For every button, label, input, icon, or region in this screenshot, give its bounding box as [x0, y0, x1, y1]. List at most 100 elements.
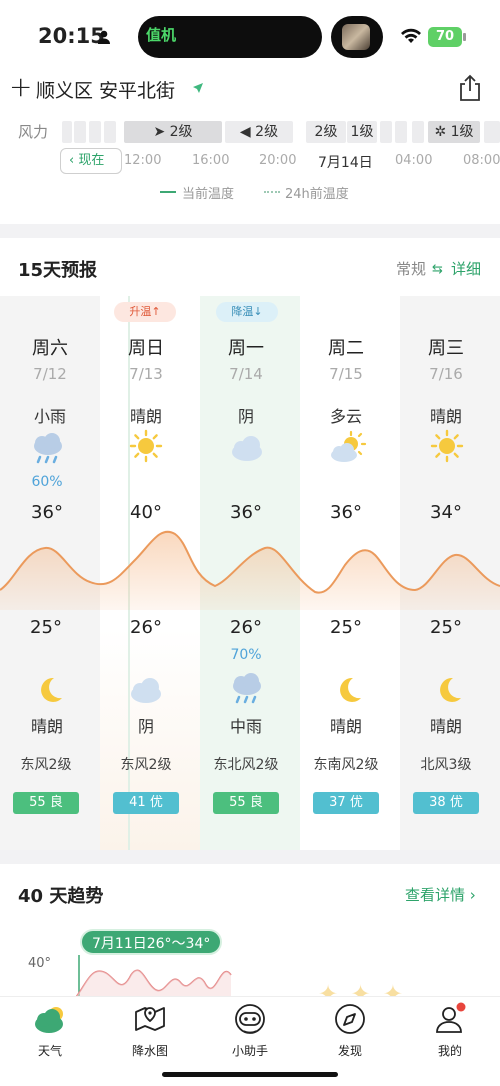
- share-icon[interactable]: [457, 74, 483, 102]
- now-label: 现在: [78, 153, 105, 168]
- arrow-up-icon: ↑: [151, 305, 161, 318]
- legend-24h-swatch: [264, 191, 280, 193]
- night-condition: 阴: [137, 717, 154, 736]
- switch-icon[interactable]: ⇆: [432, 262, 443, 277]
- hour-label: 04:00: [395, 153, 433, 168]
- legend-current: 当前温度: [182, 187, 235, 202]
- night-low: 25°: [30, 617, 62, 638]
- wind-arrow-icon: ➤: [153, 124, 166, 140]
- tab-assistant[interactable]: 小助手: [210, 1002, 290, 1059]
- battery-tip: [463, 33, 466, 41]
- trend-curve[interactable]: [76, 955, 236, 1000]
- wind-cell: 2级: [306, 121, 346, 143]
- tab-me[interactable]: 我的: [410, 1002, 490, 1059]
- location-title[interactable]: 顺义区 安平北街: [36, 76, 175, 103]
- day-weekday: 周三: [428, 338, 464, 359]
- wind-cell: 1级: [347, 121, 377, 143]
- tab-weather[interactable]: 天气: [10, 1002, 90, 1059]
- compass-icon: [335, 1004, 365, 1034]
- view-detail-label: 查看详情: [405, 886, 466, 904]
- moon-icon: [340, 677, 361, 702]
- location-arrow-icon: [193, 83, 203, 93]
- temp-down-label: 降温: [231, 305, 254, 318]
- wind-cell: [74, 121, 86, 143]
- temp-up-label: 升温: [129, 305, 152, 318]
- hour-label: 20:00: [259, 153, 297, 168]
- person-icon: [98, 30, 110, 44]
- tab-discover[interactable]: 发现: [310, 1002, 390, 1059]
- chevron-right-icon: ›: [469, 886, 476, 904]
- day-date: 7/15: [329, 365, 363, 383]
- temp-down-badge: 降温↓: [216, 302, 278, 322]
- legend-current-swatch: [160, 191, 176, 193]
- trend-tooltip: 7月11日26°～34°: [80, 929, 223, 955]
- night-precip-prob: 70%: [230, 647, 262, 663]
- day-condition: 晴朗: [129, 407, 162, 426]
- wind-cell-value: 2级: [314, 124, 338, 140]
- tab-label: 天气: [37, 1044, 62, 1058]
- home-indicator[interactable]: [162, 1072, 338, 1077]
- wind-cell: [62, 121, 72, 143]
- wind-cell: ◀ 2级: [225, 121, 293, 143]
- weather-icon: [35, 1007, 63, 1033]
- day-date: 7/14: [229, 365, 263, 383]
- aqi-badge: 55 良: [13, 792, 79, 814]
- moon-icon: [440, 677, 461, 702]
- sun-icon: [129, 429, 163, 463]
- wind-cell: [484, 121, 500, 143]
- chevron-left-icon: ‹: [69, 153, 75, 168]
- rain-cloud-icon: [233, 673, 261, 704]
- mode-normal[interactable]: 常规: [396, 258, 426, 279]
- night-condition: 晴朗: [30, 717, 63, 736]
- tab-label: 小助手: [231, 1044, 268, 1058]
- sun-icon: [430, 429, 464, 463]
- day-condition: 晴朗: [429, 407, 462, 426]
- aqi-badge: 37 优: [313, 792, 379, 814]
- plus-icon[interactable]: +: [9, 73, 32, 101]
- day-condition: 小雨: [33, 407, 66, 426]
- night-low: 25°: [330, 617, 362, 638]
- temp-up-badge: 升温↑: [114, 302, 176, 322]
- hour-label: 16:00: [192, 153, 230, 168]
- tab-precip-map[interactable]: 降水图: [110, 1002, 190, 1059]
- rain-cloud-icon: [34, 433, 62, 464]
- view-detail-link[interactable]: 查看详情 ›: [405, 884, 476, 905]
- temperature-curve: [0, 530, 500, 610]
- legend-24h: 24h前温度: [285, 187, 349, 202]
- moon-icon: [41, 677, 62, 702]
- map-pin-icon: [135, 1007, 165, 1031]
- wind-cell: [104, 121, 116, 143]
- wind-cell: [89, 121, 101, 143]
- night-condition: 晴朗: [429, 717, 462, 736]
- forecast15-title: 15天预报: [18, 260, 98, 281]
- day-condition: 多云: [329, 407, 362, 426]
- day-wind: 东北风2级: [213, 757, 279, 773]
- island-thumbnail: [342, 24, 370, 50]
- day-date: 7/12: [33, 365, 67, 383]
- robot-icon: [235, 1004, 265, 1034]
- day-weekday: 周二: [328, 338, 364, 359]
- wind-arrow-icon: ◀: [239, 124, 251, 140]
- wind-cell: [380, 121, 392, 143]
- night-condition: 晴朗: [329, 717, 362, 736]
- wind-cell: ✲ 1级: [428, 121, 480, 143]
- night-low: 25°: [430, 617, 462, 638]
- aqi-badge: 38 优: [413, 792, 479, 814]
- wifi-icon: [401, 28, 421, 43]
- wind-cell-value: 1级: [350, 124, 374, 140]
- day-date: 7/16: [429, 365, 463, 383]
- wind-strip[interactable]: ➤ 2级 ◀ 2级 2级 1级 ✲ 1级: [62, 121, 500, 143]
- night-condition: 中雨: [229, 717, 262, 736]
- day-wind: 东风2级: [120, 757, 172, 773]
- day-wind: 北风3级: [420, 757, 472, 773]
- day-weekday: 周一: [228, 338, 264, 359]
- now-button[interactable]: ‹ 现在: [60, 148, 122, 174]
- partly-cloudy-icon: [331, 430, 367, 462]
- mode-detail[interactable]: 详细: [451, 258, 481, 279]
- aqi-badge: 41 优: [113, 792, 179, 814]
- tab-label: 降水图: [131, 1044, 168, 1058]
- aqi-badge: 55 良: [213, 792, 279, 814]
- fan-icon: ✲: [434, 124, 447, 140]
- day-date: 7/13: [129, 365, 163, 383]
- day-weekday: 周日: [128, 338, 164, 359]
